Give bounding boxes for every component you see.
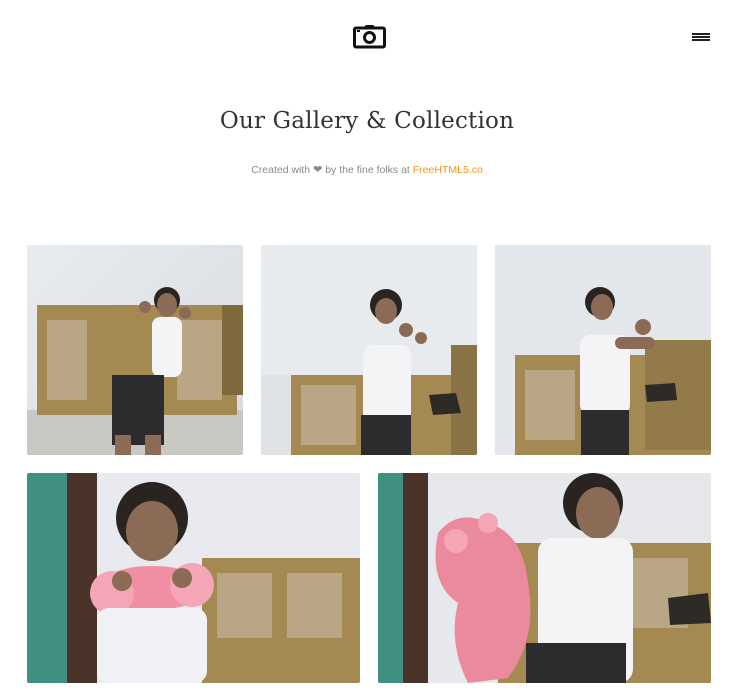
credit-middle: by the fine folks at xyxy=(325,164,410,176)
credit-line: Created with ❤ by the fine folks at Free… xyxy=(0,163,734,176)
gallery-photo-2[interactable] xyxy=(261,245,477,455)
freehtml5-link[interactable]: FreeHTML5.co xyxy=(413,164,483,176)
gallery-photo-3[interactable] xyxy=(495,245,711,455)
credit-prefix: Created with xyxy=(251,164,311,176)
camera-icon[interactable] xyxy=(353,24,386,50)
menu-line xyxy=(692,39,710,41)
gallery-photo-4[interactable] xyxy=(27,473,360,683)
gallery-photo-1[interactable] xyxy=(27,245,243,455)
gallery-photo-5[interactable] xyxy=(378,473,711,683)
top-bar xyxy=(0,0,734,80)
page-title: Our Gallery & Collection xyxy=(219,108,515,134)
gallery-page: Our Gallery & Collection Created with ❤ … xyxy=(0,0,734,694)
heart-icon: ❤ xyxy=(313,164,323,176)
hamburger-menu-icon[interactable] xyxy=(690,30,714,46)
menu-line xyxy=(692,33,710,35)
menu-line xyxy=(692,36,710,38)
